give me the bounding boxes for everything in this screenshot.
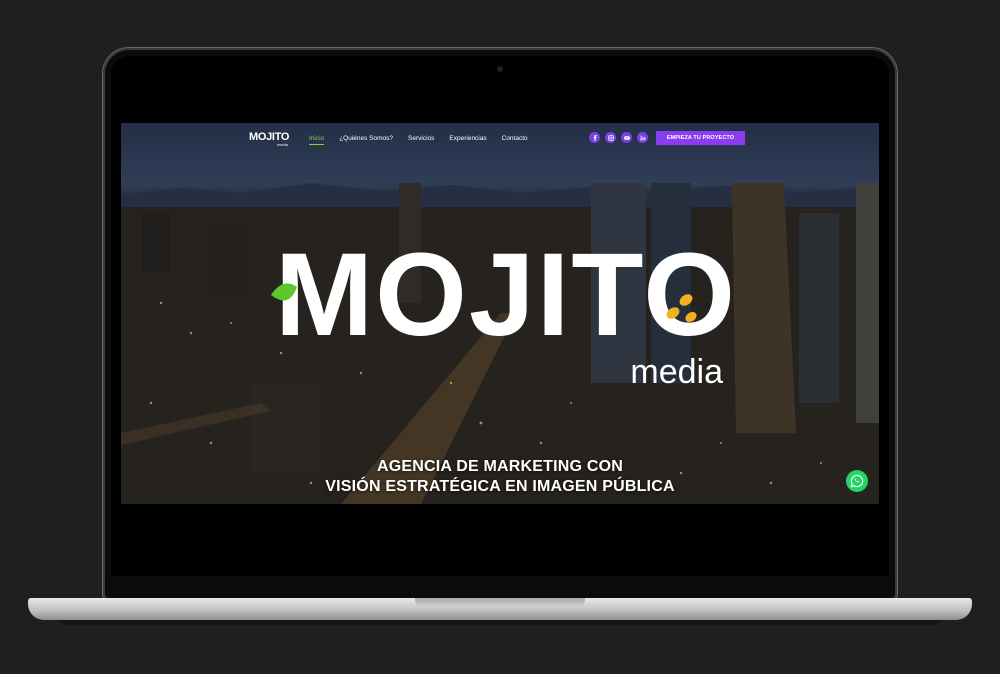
website-screen: MOJITO media Inicio ¿Quiénes Somos? Serv… <box>121 123 879 504</box>
nav-link-inicio[interactable]: Inicio <box>309 135 325 145</box>
nav-link-quienes-somos[interactable]: ¿Quiénes Somos? <box>339 135 393 142</box>
laptop-base-notch <box>415 598 585 607</box>
camera-icon <box>497 66 503 72</box>
nav-link-servicios[interactable]: Servicios <box>408 135 434 142</box>
nav-link-experiencias[interactable]: Experiencias <box>449 135 486 142</box>
whatsapp-icon <box>850 474 864 488</box>
facebook-icon[interactable] <box>589 132 600 143</box>
whatsapp-button[interactable] <box>846 470 868 492</box>
instagram-icon[interactable] <box>605 132 616 143</box>
top-navbar: MOJITO media Inicio ¿Quiénes Somos? Serv… <box>121 123 879 157</box>
nav-links: Inicio ¿Quiénes Somos? Servicios Experie… <box>309 135 543 145</box>
start-project-button[interactable]: EMPIEZA TU PROYECTO <box>656 131 745 145</box>
nav-link-contacto[interactable]: Contacto <box>502 135 528 142</box>
youtube-icon[interactable] <box>621 132 632 143</box>
social-links <box>589 132 648 143</box>
hero-logo-wordmark: MOJITO <box>275 229 737 361</box>
hero-tagline-line-2: VISIÓN ESTRATÉGICA EN IMAGEN PÚBLICA <box>325 478 675 495</box>
linkedin-icon[interactable] <box>637 132 648 143</box>
nav-logo-subtitle: media <box>277 142 288 147</box>
hero-logo-subtitle: media <box>630 353 723 391</box>
hero-tagline-line-1: AGENCIA DE MARKETING CON <box>377 458 623 475</box>
hero-logo: MOJITO media <box>271 229 737 391</box>
